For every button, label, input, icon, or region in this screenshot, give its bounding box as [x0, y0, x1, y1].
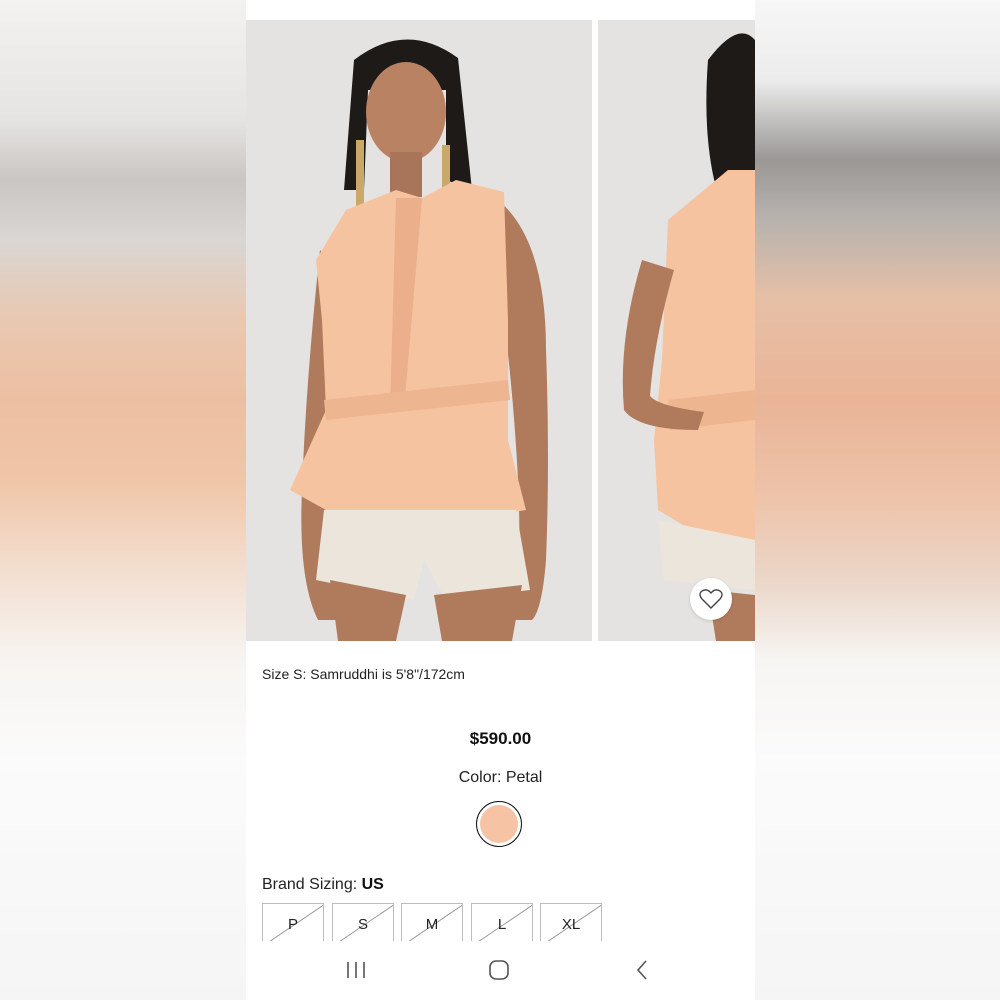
size-label: S — [357, 915, 368, 933]
size-option-p[interactable]: P — [262, 903, 324, 945]
product-image-gallery[interactable] — [246, 20, 755, 641]
android-navigation-bar — [246, 945, 755, 995]
blurred-backdrop-left — [0, 0, 246, 1000]
heart-icon — [699, 589, 723, 609]
product-price: $590.00 — [469, 729, 532, 748]
product-photo-back[interactable] — [598, 20, 755, 641]
nav-back-button[interactable] — [622, 957, 662, 983]
size-label: P — [287, 915, 298, 933]
size-label: L — [497, 915, 507, 933]
size-option-l[interactable]: L — [471, 903, 533, 945]
size-selector: P S M L XL — [262, 903, 742, 945]
size-label: XL — [561, 915, 581, 933]
brand-sizing-label: Brand Sizing: US — [262, 876, 384, 894]
phone-screen: Size S: Samruddhi is 5'8"/172cm $590.00 … — [246, 0, 755, 1000]
color-swatch-petal[interactable] — [476, 801, 522, 847]
size-label: M — [425, 915, 439, 933]
blurred-backdrop-right — [755, 0, 1000, 1000]
size-option-m[interactable]: M — [401, 903, 463, 945]
brand-sizing-value: US — [361, 876, 384, 893]
color-swatch-fill — [480, 805, 518, 843]
home-icon — [489, 960, 509, 980]
color-label: Color: Petal — [458, 769, 543, 786]
model-size-caption: Size S: Samruddhi is 5'8"/172cm — [262, 666, 465, 682]
back-icon — [636, 960, 647, 980]
product-photo-front[interactable] — [246, 20, 592, 641]
nav-recents-button[interactable] — [336, 957, 376, 983]
nav-home-button[interactable] — [479, 957, 519, 983]
recents-icon — [347, 962, 365, 978]
brand-sizing-text: Brand Sizing: — [262, 876, 362, 893]
wishlist-button[interactable] — [690, 578, 732, 620]
size-option-s[interactable]: S — [332, 903, 394, 945]
size-option-xl[interactable]: XL — [540, 903, 602, 945]
